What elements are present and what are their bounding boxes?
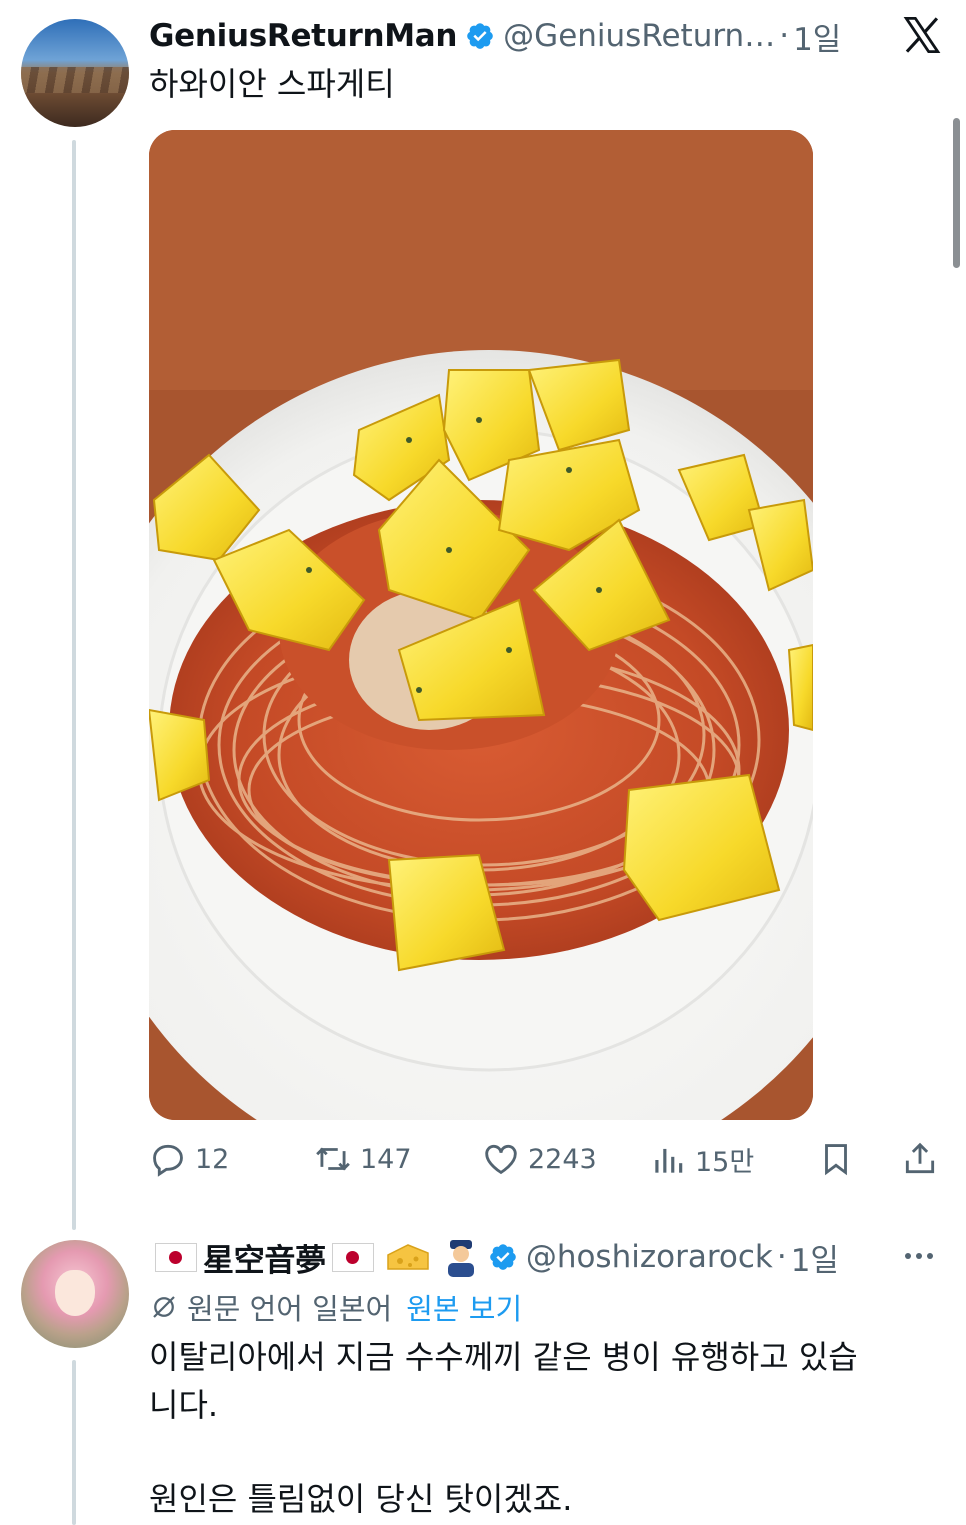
verified-badge-icon (467, 23, 493, 49)
reply-button[interactable]: 12 (149, 1140, 229, 1178)
tweet-header: GeniusReturnMan @GeniusReturn… · 1일 (149, 14, 841, 58)
japan-flag-icon (155, 1242, 197, 1272)
timestamp[interactable]: 1일 (793, 14, 841, 59)
author-handle[interactable]: @GeniusReturn… (503, 18, 775, 54)
avatar-geniusreturnman[interactable] (21, 19, 129, 127)
police-officer-icon (447, 1240, 474, 1277)
reply-author-name[interactable]: 星空音夢 (203, 1235, 326, 1280)
translate-icon (153, 1296, 175, 1318)
views-chart-icon (655, 1148, 683, 1173)
translated-from-label: 원문 언어 일본어 (187, 1292, 393, 1326)
retweet-count: 147 (360, 1143, 412, 1175)
thread-line-bottom (72, 1360, 76, 1525)
retweet-button[interactable]: 147 (314, 1140, 412, 1178)
retweet-icon (316, 1147, 350, 1171)
reply-text-line-1: 이탈리아에서 지금 수수께끼 같은 병이 유행하고 있습 (149, 1338, 858, 1376)
separator-dot: · (776, 1239, 787, 1275)
hawaiian-spaghetti-photo (149, 130, 813, 1120)
thread-line-top (72, 140, 76, 1230)
verified-badge-icon (490, 1244, 516, 1270)
translation-notice: 원문 언어 일본어 원본 보기 (149, 1286, 522, 1328)
views-button[interactable]: 15만 (649, 1140, 754, 1179)
like-count: 2243 (528, 1143, 597, 1175)
reply-author-handle[interactable]: @hoshizorarock (526, 1239, 773, 1275)
reply-icon (153, 1144, 183, 1177)
show-original-link[interactable]: 원본 보기 (406, 1286, 522, 1328)
reply-count: 12 (195, 1143, 230, 1175)
reply-timestamp[interactable]: 1일 (791, 1235, 839, 1280)
tweet-action-bar: 12 147 2243 15만 (149, 1140, 941, 1184)
more-options-button[interactable] (905, 1253, 933, 1259)
like-button[interactable]: 2243 (482, 1140, 597, 1178)
heart-icon (485, 1144, 517, 1175)
share-button[interactable] (901, 1140, 939, 1178)
views-count: 15만 (695, 1147, 755, 1178)
author-name[interactable]: GeniusReturnMan (149, 18, 457, 54)
bookmark-icon (825, 1144, 847, 1176)
reply-text-line-3: 원인은 틀림없이 당신 탓이겠죠. (149, 1480, 573, 1518)
scrollbar[interactable] (953, 118, 960, 268)
reply-header: 星空音夢 @hoshizorarock · 1일 (149, 1234, 839, 1280)
tweet-media-image[interactable] (149, 130, 813, 1120)
share-icon (905, 1142, 935, 1174)
japan-flag-icon (331, 1242, 374, 1272)
avatar-hoshizorarock[interactable] (21, 1240, 129, 1348)
tweet-text: 하와이안 스파게티 (149, 65, 395, 103)
separator-dot: · (779, 18, 790, 54)
reply-text-line-2: 니다. (149, 1386, 219, 1424)
bookmark-button[interactable] (817, 1140, 855, 1178)
cheese-icon (387, 1244, 429, 1270)
x-logo-icon[interactable] (901, 14, 943, 56)
